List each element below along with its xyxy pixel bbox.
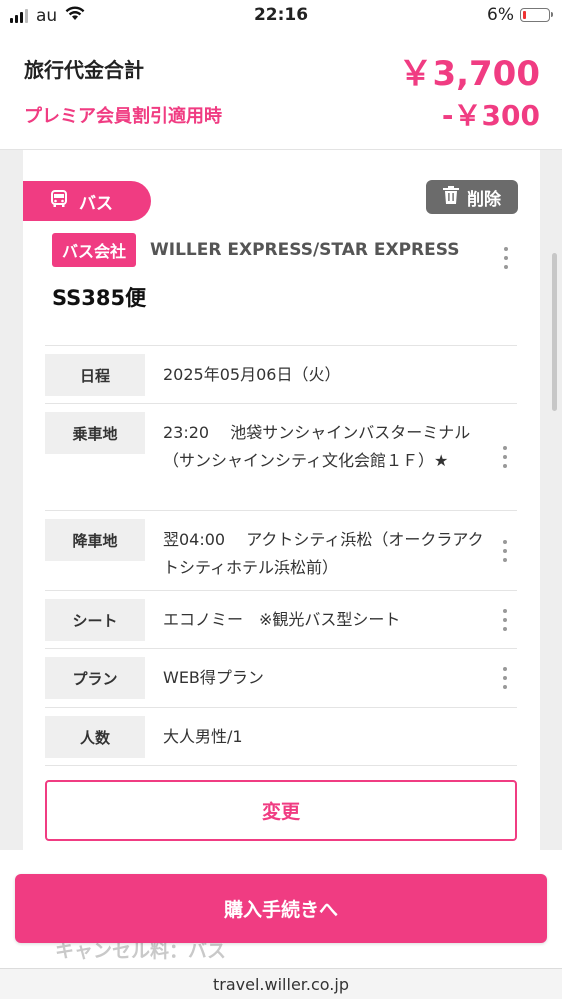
trash-icon xyxy=(443,185,459,209)
category-tab-bus: バス xyxy=(23,181,151,221)
category-tab-label: バス xyxy=(79,193,113,214)
battery-icon xyxy=(520,8,553,22)
clock: 22:16 xyxy=(253,5,309,25)
detail-value: WEB得プラン xyxy=(163,668,264,687)
detail-label: プラン xyxy=(45,657,145,699)
price-summary-header: 旅行代金合計 ￥3,700 プレミア会員割引適用時 -￥300 xyxy=(0,32,562,150)
detail-row-dropoff: 降車地 翌04:00 アクトシティ浜松（オークラアクトシティホテル浜松前） xyxy=(45,511,517,591)
discount-label: プレミア会員割引適用時 xyxy=(24,106,222,127)
detail-value: エコノミー ※観光バス型シート xyxy=(163,610,401,629)
detail-row-date: 日程 2025年05月06日（火） xyxy=(45,346,517,404)
detail-label: 降車地 xyxy=(45,519,145,561)
battery-percent: 6% xyxy=(487,5,514,25)
bottom-action-area: キャンセル料：バス 購入手続きへ xyxy=(0,850,562,968)
detail-row-seat: シート エコノミー ※観光バス型シート xyxy=(45,591,517,649)
total-amount: ￥3,700 xyxy=(398,54,540,94)
detail-label: シート xyxy=(45,599,145,641)
company-badge: バス会社 xyxy=(52,233,136,267)
detail-row-passengers: 人数 大人男性/1 xyxy=(45,708,517,766)
detail-label: 日程 xyxy=(45,354,145,396)
delete-button[interactable]: 削除 xyxy=(426,180,518,214)
delete-button-label: 削除 xyxy=(467,189,501,210)
flight-number: SS385便 xyxy=(52,286,147,310)
company-name: WILLER EXPRESS/STAR EXPRESS xyxy=(150,240,460,260)
cart-scroll-area[interactable]: バス 削除 バス会社 WILLER EXPRESS/STAR EXPRESS S… xyxy=(0,150,562,864)
more-options-icon[interactable] xyxy=(500,247,512,269)
more-options-icon[interactable] xyxy=(499,667,511,689)
page: au 22:16 6% 旅行代金合計 ￥3,700 プレミア会員割引適用時 -￥… xyxy=(0,0,562,999)
detail-value: 翌04:00 アクトシティ浜松（オークラアクトシティホテル浜松前） xyxy=(163,530,484,577)
change-button[interactable]: 変更 xyxy=(45,780,517,841)
detail-label: 乗車地 xyxy=(45,412,145,454)
status-bar: au 22:16 6% xyxy=(0,0,562,32)
detail-value: 2025年05月06日（火） xyxy=(163,365,341,384)
booking-details-table: 日程 2025年05月06日（火） 乗車地 23:20 池袋サンシャインバスター… xyxy=(45,345,517,766)
scrollbar[interactable] xyxy=(552,253,557,411)
bus-icon xyxy=(51,189,67,213)
detail-label: 人数 xyxy=(45,716,145,758)
detail-row-plan: プラン WEB得プラン xyxy=(45,649,517,708)
more-options-icon[interactable] xyxy=(499,446,511,468)
more-options-icon[interactable] xyxy=(499,609,511,631)
more-options-icon[interactable] xyxy=(499,540,511,562)
detail-value: 23:20 池袋サンシャインバスターミナル（サンシャインシティ文化会館１Ｆ）★ xyxy=(163,423,471,470)
total-label: 旅行代金合計 xyxy=(24,58,144,82)
browser-url-bar[interactable]: travel.willer.co.jp xyxy=(0,968,562,999)
proceed-to-purchase-button[interactable]: 購入手続きへ xyxy=(15,874,547,943)
discount-amount: -￥300 xyxy=(441,99,540,132)
detail-value: 大人男性/1 xyxy=(163,727,243,746)
detail-row-boarding: 乗車地 23:20 池袋サンシャインバスターミナル（サンシャインシティ文化会館１… xyxy=(45,404,517,511)
bus-booking-card: バス 削除 バス会社 WILLER EXPRESS/STAR EXPRESS S… xyxy=(23,150,540,864)
